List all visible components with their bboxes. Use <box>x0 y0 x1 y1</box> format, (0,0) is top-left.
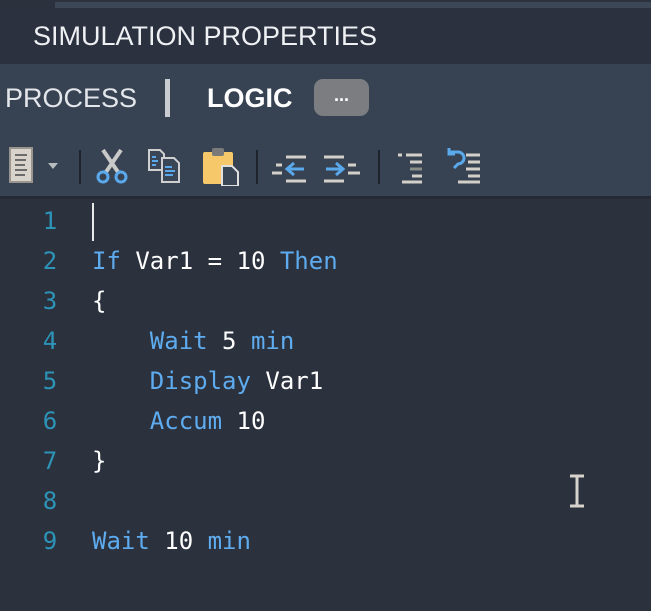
line-text: Accum 10 <box>92 401 266 441</box>
toolbar-separator <box>79 150 81 184</box>
cut-button[interactable] <box>93 146 133 186</box>
line-text: } <box>92 441 106 481</box>
copy-button[interactable] <box>146 146 186 186</box>
copy-icon <box>148 149 180 183</box>
text-caret <box>92 203 94 241</box>
text-token: 10 <box>222 407 266 435</box>
tab-process[interactable]: PROCESS <box>5 83 137 114</box>
text-token: Var1 = 10 <box>120 247 280 275</box>
code-line[interactable]: 2 If Var1 = 10 Then <box>0 241 651 281</box>
keyword-token: Wait <box>149 327 208 355</box>
outdent-icon <box>272 155 306 183</box>
tab-divider <box>165 79 170 117</box>
line-number: 2 <box>42 247 58 275</box>
keyword-token: Then <box>279 247 338 275</box>
code-line[interactable]: 8 <box>0 481 651 521</box>
line-number: 5 <box>42 367 58 395</box>
line-text: If Var1 = 10 Then <box>92 241 338 281</box>
tab-bar: PROCESS LOGIC ... <box>0 64 651 134</box>
undo-format-button[interactable] <box>446 146 486 186</box>
scissors-icon <box>96 148 128 184</box>
text-token: Var1 <box>250 367 324 395</box>
line-number: 9 <box>42 527 58 555</box>
keyword-token: min <box>250 327 295 355</box>
code-line[interactable]: 9 Wait 10 min <box>0 521 651 561</box>
outdent-button[interactable] <box>270 146 310 186</box>
keyword-token: Accum <box>149 407 223 435</box>
line-text: Wait 10 min <box>92 521 251 561</box>
format-dropdown-button[interactable] <box>44 146 62 186</box>
toolbar-separator <box>256 150 258 184</box>
code-line[interactable]: 5 Display Var1 <box>0 361 651 401</box>
line-number: 6 <box>42 407 58 435</box>
line-number: 8 <box>42 487 58 515</box>
text-token: } <box>92 447 107 475</box>
toolbar-separator <box>378 150 380 184</box>
clipboard-icon <box>203 148 239 187</box>
code-line[interactable]: 7} <box>0 441 651 481</box>
line-number: 4 <box>42 327 58 355</box>
format-code-button[interactable] <box>396 146 436 186</box>
more-button[interactable]: ... <box>314 79 369 116</box>
line-text: Wait 5 min <box>92 321 295 361</box>
code-line[interactable]: 1 <box>0 201 651 241</box>
keyword-token: If <box>92 247 121 275</box>
document-icon <box>9 147 33 183</box>
line-text: Display Var1 <box>92 361 323 401</box>
line-number: 7 <box>42 447 58 475</box>
text-token: 10 <box>149 527 208 555</box>
text-token: { <box>92 287 107 315</box>
undo-format-icon <box>447 148 480 184</box>
code-line[interactable]: 3{ <box>0 281 651 321</box>
text-token: 5 <box>207 327 251 355</box>
indent-icon <box>324 155 360 183</box>
chevron-down-icon <box>48 163 58 169</box>
top-strip-bar <box>55 2 651 8</box>
editor-toolbar <box>0 134 651 197</box>
keyword-token: Display <box>149 367 251 395</box>
document-format-button[interactable] <box>6 146 46 186</box>
align-right-icon <box>398 153 422 184</box>
code-line[interactable]: 6 Accum 10 <box>0 401 651 441</box>
title-bar: SIMULATION PROPERTIES <box>0 10 651 64</box>
paste-button[interactable] <box>200 146 240 187</box>
window-title: SIMULATION PROPERTIES <box>33 21 378 51</box>
keyword-token: Wait <box>92 527 150 555</box>
line-text: { <box>92 281 106 321</box>
tab-logic[interactable]: LOGIC <box>207 83 293 114</box>
code-editor[interactable]: 1 2 If Var1 = 10 Then 3{4 Wait 5 min 5 Displ… <box>0 199 651 611</box>
line-number: 1 <box>42 207 58 235</box>
top-strip <box>0 0 651 10</box>
code-line[interactable]: 4 Wait 5 min <box>0 321 651 361</box>
keyword-token: min <box>207 527 251 555</box>
line-number: 3 <box>42 287 58 315</box>
indent-button[interactable] <box>322 146 362 186</box>
